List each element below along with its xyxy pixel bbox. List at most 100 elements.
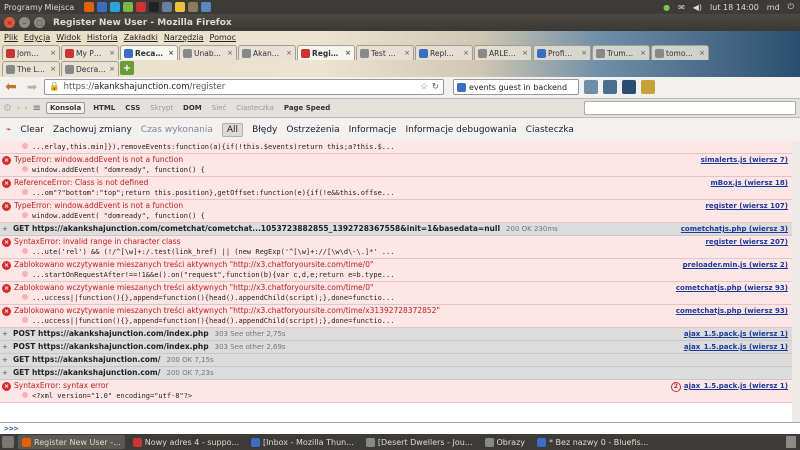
power-icon[interactable]: ⏻ [788,2,794,12]
source-link[interactable]: register (wiersz 107) [705,201,788,211]
source-link[interactable]: cometchatjs.php (wiersz 3) [681,224,788,234]
devtools-tab[interactable]: HTML [91,102,117,114]
filter-cookies-button[interactable]: Ciasteczka [526,125,574,135]
bookmark-star-icon[interactable]: ☆ [420,82,428,92]
clock[interactable]: lut 18 14:00 [710,3,759,12]
devtools-tab[interactable]: CSS [123,102,142,114]
tab-close-icon[interactable]: × [463,49,469,57]
firefox-launcher-icon[interactable] [84,2,95,12]
console-network-row[interactable]: + POST https://akankshajunction.com/index… [0,328,792,341]
filezilla-launcher-icon[interactable] [136,2,147,12]
browser-tab[interactable]: Trum… × [592,45,650,60]
inspect-icon[interactable]: ⚙ [3,103,12,114]
network-status-icon[interactable]: ● [663,3,670,12]
gimp-launcher-icon[interactable] [188,2,199,12]
console-network-row[interactable]: + GET https://akankshajunction.com/cometc… [0,223,792,236]
spreadsheet-launcher-icon[interactable] [123,2,134,12]
close-window-icon[interactable]: × [4,17,15,28]
browser-tab[interactable]: Repl… × [415,45,473,60]
menu-icon[interactable]: ≡ [33,103,41,114]
show-desktop-icon[interactable] [2,436,14,448]
filter-warnings-button[interactable]: Ostrzeżenia [286,125,339,135]
menu-edit[interactable]: Edycja [24,33,50,45]
taskbar-window-button[interactable]: Obrazy [481,435,530,449]
devtools-back-icon[interactable]: ‹ [17,104,20,112]
browser-tab[interactable]: Jom… × [2,45,60,60]
search-input[interactable]: events guest in backend [469,83,567,92]
browser-tab[interactable]: Unab… × [179,45,237,60]
thunderbird-launcher-icon[interactable] [97,2,108,12]
expand-toggle-icon[interactable]: + [2,329,11,339]
applications-menu[interactable]: Programy [4,3,43,12]
taskbar-window-button[interactable]: [Inbox - Mozilla Thun... [247,435,358,449]
terminal-launcher-icon[interactable] [149,2,160,12]
tab-close-icon[interactable]: × [345,49,351,57]
source-link[interactable]: ajax_1.5.pack.js (wiersz 1) [684,329,788,339]
tab-close-icon[interactable]: × [522,49,528,57]
menu-tools[interactable]: Narzędzia [164,33,204,45]
persist-button[interactable]: Zachowuj zmiany [53,125,132,135]
breakpoint-dot-icon[interactable] [22,392,28,398]
source-link[interactable]: simalerts.js (wiersz 7) [701,155,788,165]
source-link[interactable]: 2 ajax_1.5.pack.js (wiersz 1) [670,381,788,392]
source-link[interactable]: cometchatjs.php (wiersz 93) [676,283,788,293]
skype-launcher-icon[interactable] [110,2,121,12]
devtools-tab[interactable]: Page Speed [282,102,332,114]
menu-bookmarks[interactable]: Zakładki [124,33,158,45]
tab-close-icon[interactable]: × [640,49,646,57]
console-error-row[interactable]: × SyntaxError: invalid range in character… [0,236,792,259]
console-network-row[interactable]: + GET https://akankshajunction.com/200 OK… [0,354,792,367]
console-error-row[interactable]: × Zablokowano wczytywanie mieszanych treś… [0,259,792,282]
devtools-tab[interactable]: Ciasteczka [234,102,276,114]
clear-button[interactable]: Clear [20,125,44,135]
firebug-icon[interactable] [641,80,655,94]
devtools-forward-icon[interactable]: › [25,104,28,112]
console-network-row[interactable]: + POST https://akankshajunction.com/index… [0,341,792,354]
console-row[interactable]: ...erlay,this.min]}),removeEvents:functi… [0,141,792,154]
places-menu[interactable]: Miejsca [45,3,75,12]
reload-icon[interactable]: ↻ [432,82,439,92]
minimize-window-icon[interactable]: – [19,17,30,28]
browser-tab[interactable]: Decra… × [61,61,119,76]
user-menu[interactable]: md [767,3,780,12]
breakpoint-dot-icon[interactable] [22,166,28,172]
lock-icon[interactable]: 🔒 [49,82,60,92]
tab-close-icon[interactable]: × [699,49,705,57]
command-line-input[interactable]: >>> [0,422,800,434]
console-error-row[interactable]: × ReferenceError: Class is not defined...… [0,177,792,200]
devtools-tab[interactable]: Skrypt [148,102,175,114]
expand-toggle-icon[interactable]: + [2,355,11,365]
breakpoint-dot-icon[interactable] [22,271,28,277]
filter-all-button[interactable]: All [221,123,244,137]
forward-arrow-icon[interactable]: ➡ [23,79,41,95]
console-scrollbar[interactable] [792,141,800,422]
menu-history[interactable]: Historia [87,33,118,45]
browser-tab[interactable]: The L… × [2,61,60,76]
breakpoint-dot-icon[interactable] [22,317,28,323]
tab-close-icon[interactable]: × [227,49,233,57]
filter-debug-button[interactable]: Informacje debugowania [405,125,516,135]
editor-launcher-icon[interactable] [162,2,173,12]
menu-help[interactable]: Pomoc [210,33,237,45]
browser-tab[interactable]: My P… × [61,45,119,60]
addon-icon[interactable] [622,80,636,94]
expand-toggle-icon[interactable]: + [2,368,11,378]
tab-close-icon[interactable]: × [168,49,174,57]
browser-tab[interactable]: Reca… × [120,45,178,60]
menu-view[interactable]: Widok [56,33,81,45]
browser-tab[interactable]: ARLE… × [474,45,532,60]
timing-button[interactable]: Czas wykonania [141,125,213,135]
chrome-launcher-icon[interactable] [175,2,186,12]
browser-tab[interactable]: Akan… × [238,45,296,60]
tab-close-icon[interactable]: × [581,49,587,57]
network-launcher-icon[interactable] [201,2,212,12]
source-link[interactable]: mBox.js (wiersz 18) [711,178,789,188]
breakpoint-dot-icon[interactable] [22,143,28,149]
browser-tab[interactable]: Profi… × [533,45,591,60]
search-engine-icon[interactable] [457,82,466,92]
tab-close-icon[interactable]: × [109,49,115,57]
taskbar-window-button[interactable]: Register New User -... [18,435,125,449]
source-link[interactable]: preloader.min.js (wiersz 2) [683,260,788,270]
console-error-row[interactable]: × TypeError: window.addEvent is not a fun… [0,200,792,223]
devtools-tab[interactable]: Konsola [45,102,86,114]
